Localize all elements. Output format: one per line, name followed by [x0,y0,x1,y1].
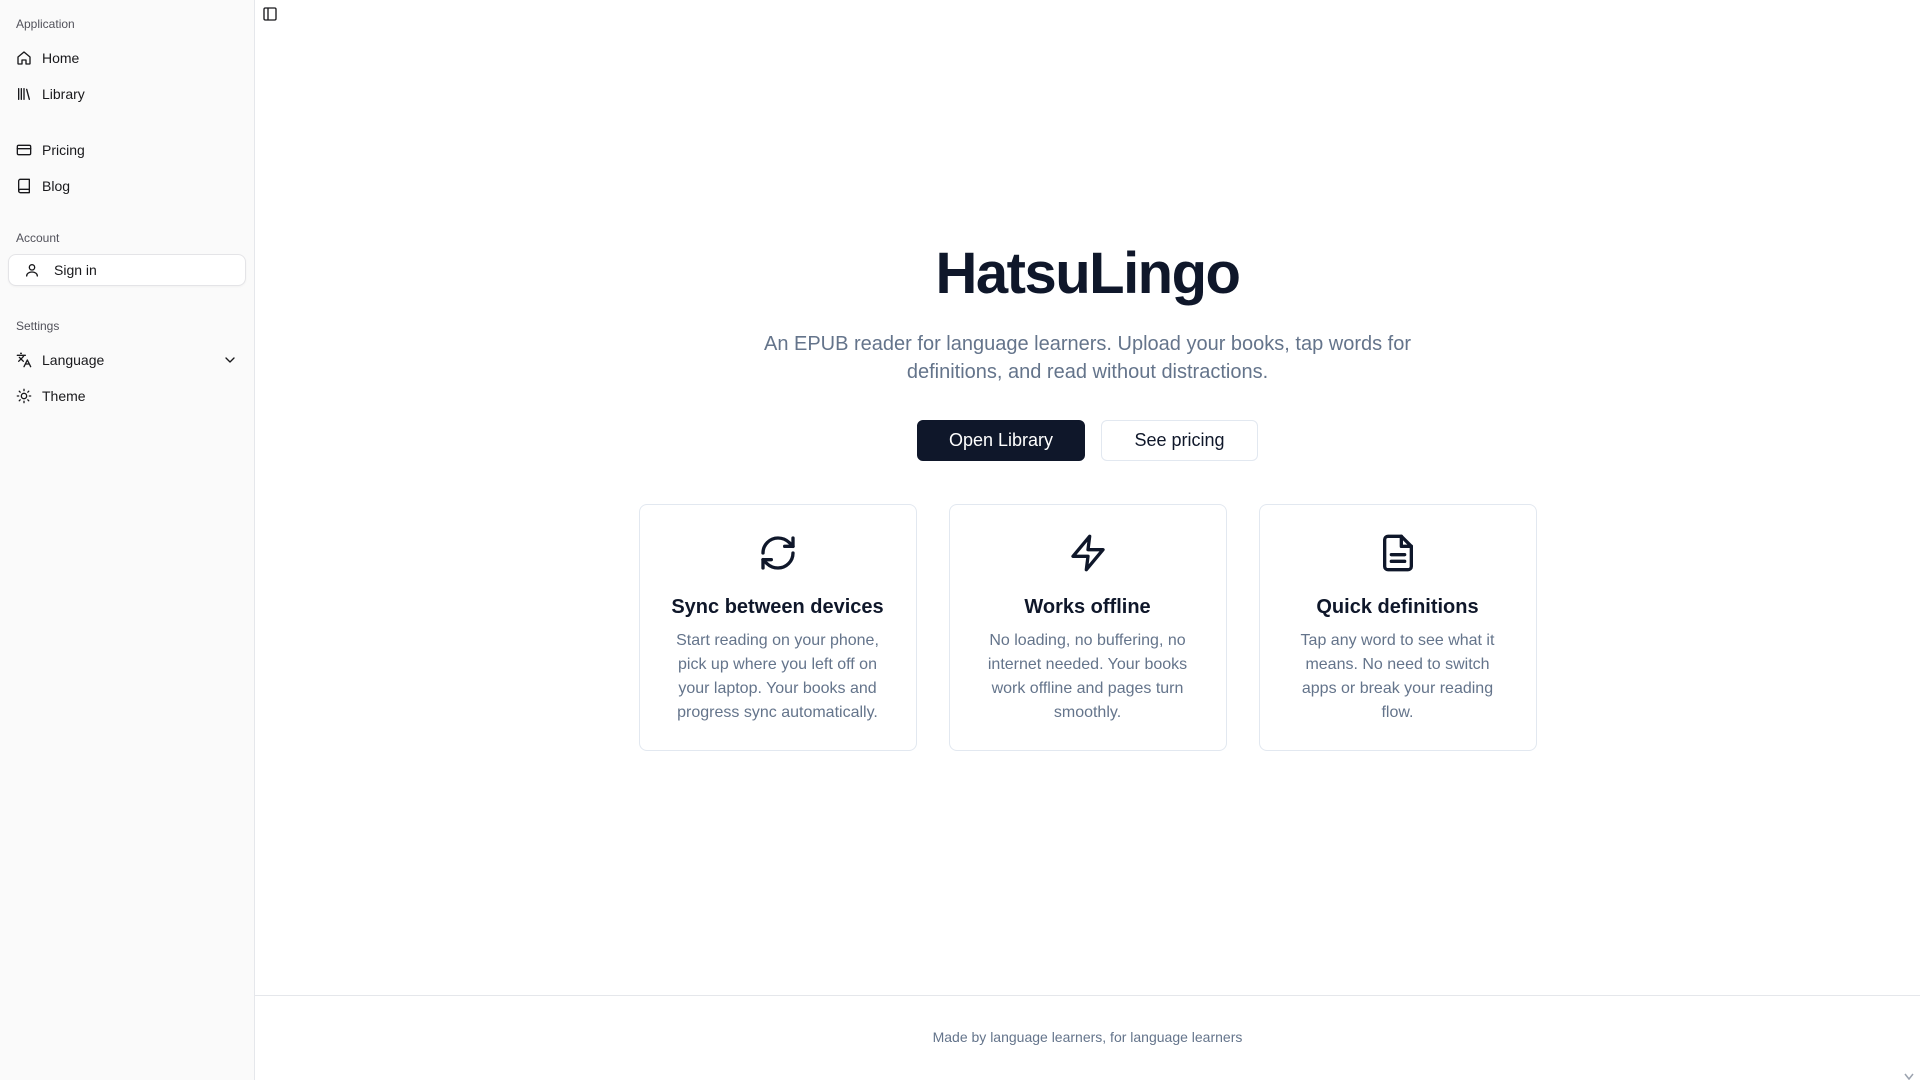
theme-toggle[interactable]: Theme [8,378,246,414]
sign-in-label: Sign in [54,262,97,278]
sidebar-item-blog[interactable]: Blog [8,168,246,204]
library-icon [16,86,32,102]
book-icon [16,178,32,194]
sign-in-button[interactable]: Sign in [8,254,246,286]
hero-subtitle: An EPUB reader for language learners. Up… [763,333,1412,383]
see-pricing-button[interactable]: See pricing [1101,420,1258,461]
feature-text: Tap any word to see what it means. No ne… [1300,632,1495,721]
footer-text: Made by language learners, for language … [932,1029,1243,1045]
home-icon [16,50,32,66]
zap-icon [1068,533,1108,573]
refresh-icon [758,533,798,573]
sidebar-item-label: Library [42,86,85,102]
sidebar: Application Home Library Pricing Blog Ac… [0,0,255,1080]
file-text-icon [1378,533,1418,573]
theme-label: Theme [42,388,86,404]
page-title: HatsuLingo [935,241,1241,306]
feature-text: Start reading on your phone, pick up whe… [676,632,879,721]
sidebar-item-label: Pricing [42,142,85,158]
sidebar-group-account: Account [16,231,60,245]
chevron-down-icon [222,352,238,368]
sun-icon [16,388,32,404]
features: Sync between devices Start reading on yo… [255,504,1920,751]
sidebar-item-pricing[interactable]: Pricing [8,132,246,168]
feature-title: Sync between devices [671,596,884,618]
feature-title: Quick definitions [1316,596,1479,618]
languages-icon [16,352,32,368]
cta-group: Open Library See pricing [255,420,1920,461]
feature-card-definitions: Quick definitions Tap any word to see wh… [1258,504,1537,751]
sidebar-toggle-button[interactable] [261,5,279,23]
panel-left-icon [262,6,278,22]
open-library-button[interactable]: Open Library [917,420,1085,461]
feature-text: No loading, no buffering, no internet ne… [987,632,1188,721]
sidebar-group-application: Application [16,17,75,31]
footer: Made by language learners, for language … [255,995,1920,1080]
app-root: Application Home Library Pricing Blog Ac… [0,0,1920,1080]
feature-title: Works offline [1024,596,1151,618]
feature-card-sync: Sync between devices Start reading on yo… [638,504,917,751]
sidebar-item-home[interactable]: Home [8,40,246,76]
language-dropdown[interactable]: Language [8,342,246,378]
main-content: HatsuLingo An EPUB reader for language l… [255,0,1920,1080]
hero: HatsuLingo An EPUB reader for language l… [255,238,1920,461]
sidebar-item-label: Blog [42,178,71,194]
user-icon [24,262,40,278]
language-label: Language [42,352,105,368]
scroll-down-icon[interactable] [1904,1068,1914,1080]
sidebar-group-settings: Settings [16,319,60,333]
credit-card-icon [16,142,32,158]
sidebar-item-library[interactable]: Library [8,76,246,112]
feature-card-offline: Works offline No loading, no buffering, … [948,504,1227,751]
sidebar-item-label: Home [42,50,80,66]
